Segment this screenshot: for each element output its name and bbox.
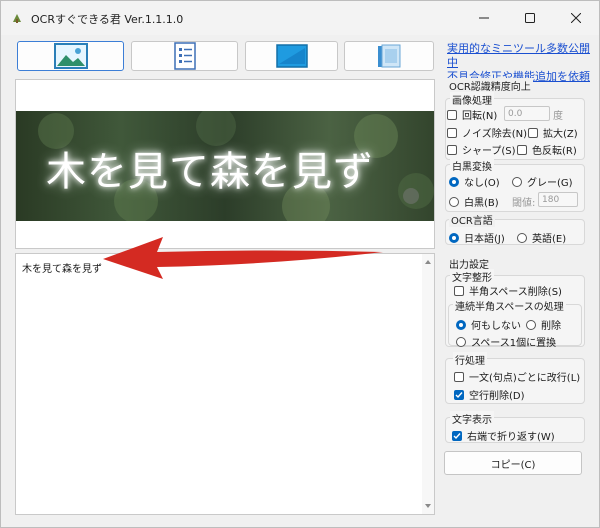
image-preview: 木を見て森を見ず — [15, 79, 435, 249]
bw-mono-label: 白黒(B) — [464, 198, 499, 209]
denoise-check-box[interactable] — [447, 127, 457, 138]
bw-mono-radio-button[interactable] — [449, 196, 459, 207]
minimize-button[interactable] — [461, 1, 507, 35]
result-scrollbar[interactable] — [422, 254, 434, 514]
rotate-angle-value: 0.0 — [508, 108, 523, 119]
space-single-radio-button[interactable] — [456, 336, 466, 347]
rotate-checkbox[interactable]: 回転(N) — [447, 107, 497, 122]
bw-gray-label: グレー(G) — [527, 178, 573, 189]
space-delete-radio-button[interactable] — [526, 319, 536, 330]
blank-line-check-box[interactable] — [454, 389, 464, 400]
space-delete-label: 削除 — [541, 321, 561, 332]
space-nothing-label: 何もしない — [471, 321, 521, 332]
ocr-language-title: OCR言語 — [449, 212, 495, 227]
image-text: 木を見て森を見ず — [46, 149, 374, 195]
line-processing-title: 行処理 — [453, 352, 487, 367]
lang-ja-radio-button[interactable] — [449, 232, 459, 243]
text-display-title: 文字表示 — [450, 411, 494, 426]
space-nothing-radio-button[interactable] — [456, 319, 466, 330]
window-capture-icon — [378, 44, 401, 68]
bw-conversion-title: 白黒変換 — [450, 158, 494, 173]
window-capture-button[interactable] — [344, 41, 434, 71]
app-icon — [13, 14, 21, 23]
bw-gray-radio[interactable]: グレー(G) — [512, 174, 573, 189]
half-space-label: 半角スペース削除(S) — [469, 287, 562, 298]
per-sentence-label: 一文(句点)ごとに改行(L) — [469, 373, 581, 384]
denoise-label: ノイズ除去(N) — [462, 129, 527, 140]
lang-en-label: 英語(E) — [532, 234, 567, 245]
title-bar: OCRすぐできる君 Ver.1.1.1.0 — [1, 1, 599, 35]
rotate-angle-input[interactable]: 0.0 — [504, 106, 550, 121]
invert-check-box[interactable] — [517, 144, 527, 155]
enlarge-check-box[interactable] — [528, 127, 538, 138]
bw-none-label: なし(O) — [464, 178, 500, 189]
text-list-button[interactable] — [131, 41, 238, 71]
consecutive-space-title: 連続半角スペースの処理 — [453, 298, 566, 313]
copy-button[interactable]: コピー(C) — [444, 451, 582, 475]
scroll-down-icon — [425, 504, 431, 508]
image-processing-title: 画像処理 — [450, 92, 494, 107]
minimize-icon — [479, 17, 489, 19]
lang-en-radio[interactable]: 英語(E) — [517, 230, 566, 245]
degree-label: 度 — [553, 111, 563, 122]
lang-ja-label: 日本語(J) — [464, 234, 505, 245]
sharpen-label: シャープ(S) — [462, 146, 516, 157]
close-button[interactable] — [553, 1, 599, 35]
lang-en-radio-button[interactable] — [517, 232, 527, 243]
red-arrow-annotation — [103, 237, 383, 279]
tools-link[interactable]: 実用的なミニツール多数公開中 — [447, 42, 599, 70]
copy-button-label: コピー(C) — [490, 459, 536, 471]
per-sentence-check-box[interactable] — [454, 371, 464, 382]
enlarge-label: 拡大(Z) — [543, 129, 578, 140]
checkmark-icon — [455, 391, 463, 398]
forest-image: 木を見て森を見ず — [16, 111, 434, 221]
wrap-check-box[interactable] — [452, 430, 462, 441]
per-sentence-newline-checkbox[interactable]: 一文(句点)ごとに改行(L) — [454, 369, 580, 384]
bw-none-radio[interactable]: なし(O) — [449, 174, 500, 189]
result-textbox[interactable]: 木を見て森を見ず — [15, 253, 435, 515]
maximize-icon — [525, 13, 535, 23]
ocr-accuracy-title: OCR認識精度向上 — [447, 78, 533, 93]
checkmark-icon — [453, 432, 461, 439]
sharpen-check-box[interactable] — [447, 144, 457, 155]
document-list-icon — [173, 42, 196, 70]
blank-line-label: 空行削除(D) — [469, 391, 525, 402]
result-text: 木を見て森を見ず — [22, 264, 102, 275]
threshold-label: 閾値: — [512, 198, 536, 209]
rotate-label: 回転(N) — [462, 111, 498, 122]
threshold-value: 180 — [542, 194, 560, 205]
sharpen-checkbox[interactable]: シャープ(S) — [447, 142, 516, 157]
enlarge-checkbox[interactable]: 拡大(Z) — [528, 125, 578, 140]
wrap-text-checkbox[interactable]: 右端で折り返す(W) — [452, 428, 555, 443]
bw-gray-radio-button[interactable] — [512, 176, 522, 187]
bw-mono-radio[interactable]: 白黒(B) — [449, 194, 499, 209]
screen-icon — [275, 44, 308, 68]
close-icon — [571, 13, 581, 23]
denoise-checkbox[interactable]: ノイズ除去(N) — [447, 125, 527, 140]
screen-capture-button[interactable] — [245, 41, 338, 71]
text-format-title: 文字整形 — [450, 269, 494, 284]
blank-line-delete-checkbox[interactable]: 空行削除(D) — [454, 387, 525, 402]
space-nothing-radio[interactable]: 何もしない — [456, 317, 521, 332]
maximize-button[interactable] — [507, 1, 553, 35]
image-icon — [53, 43, 88, 69]
half-space-check-box[interactable] — [454, 285, 464, 296]
space-single-radio[interactable]: スペース1個に置換 — [456, 334, 556, 349]
invert-label: 色反転(R) — [532, 146, 577, 157]
space-delete-radio[interactable]: 削除 — [526, 317, 561, 332]
window-title: OCRすぐできる君 Ver.1.1.1.0 — [31, 13, 184, 26]
lang-ja-radio[interactable]: 日本語(J) — [449, 230, 505, 245]
scroll-up-icon — [425, 260, 431, 264]
image-mode-button[interactable] — [17, 41, 124, 71]
wrap-label: 右端で折り返す(W) — [467, 432, 555, 443]
space-single-label: スペース1個に置換 — [471, 338, 557, 349]
half-space-delete-checkbox[interactable]: 半角スペース削除(S) — [454, 283, 562, 298]
rotate-check-box[interactable] — [447, 109, 457, 120]
bw-none-radio-button[interactable] — [449, 176, 459, 187]
app-window: OCRすぐできる君 Ver.1.1.1.0 実用的なミニツール多数公開中 不具合… — [0, 0, 600, 528]
invert-checkbox[interactable]: 色反転(R) — [517, 142, 577, 157]
threshold-input[interactable]: 180 — [538, 192, 578, 207]
